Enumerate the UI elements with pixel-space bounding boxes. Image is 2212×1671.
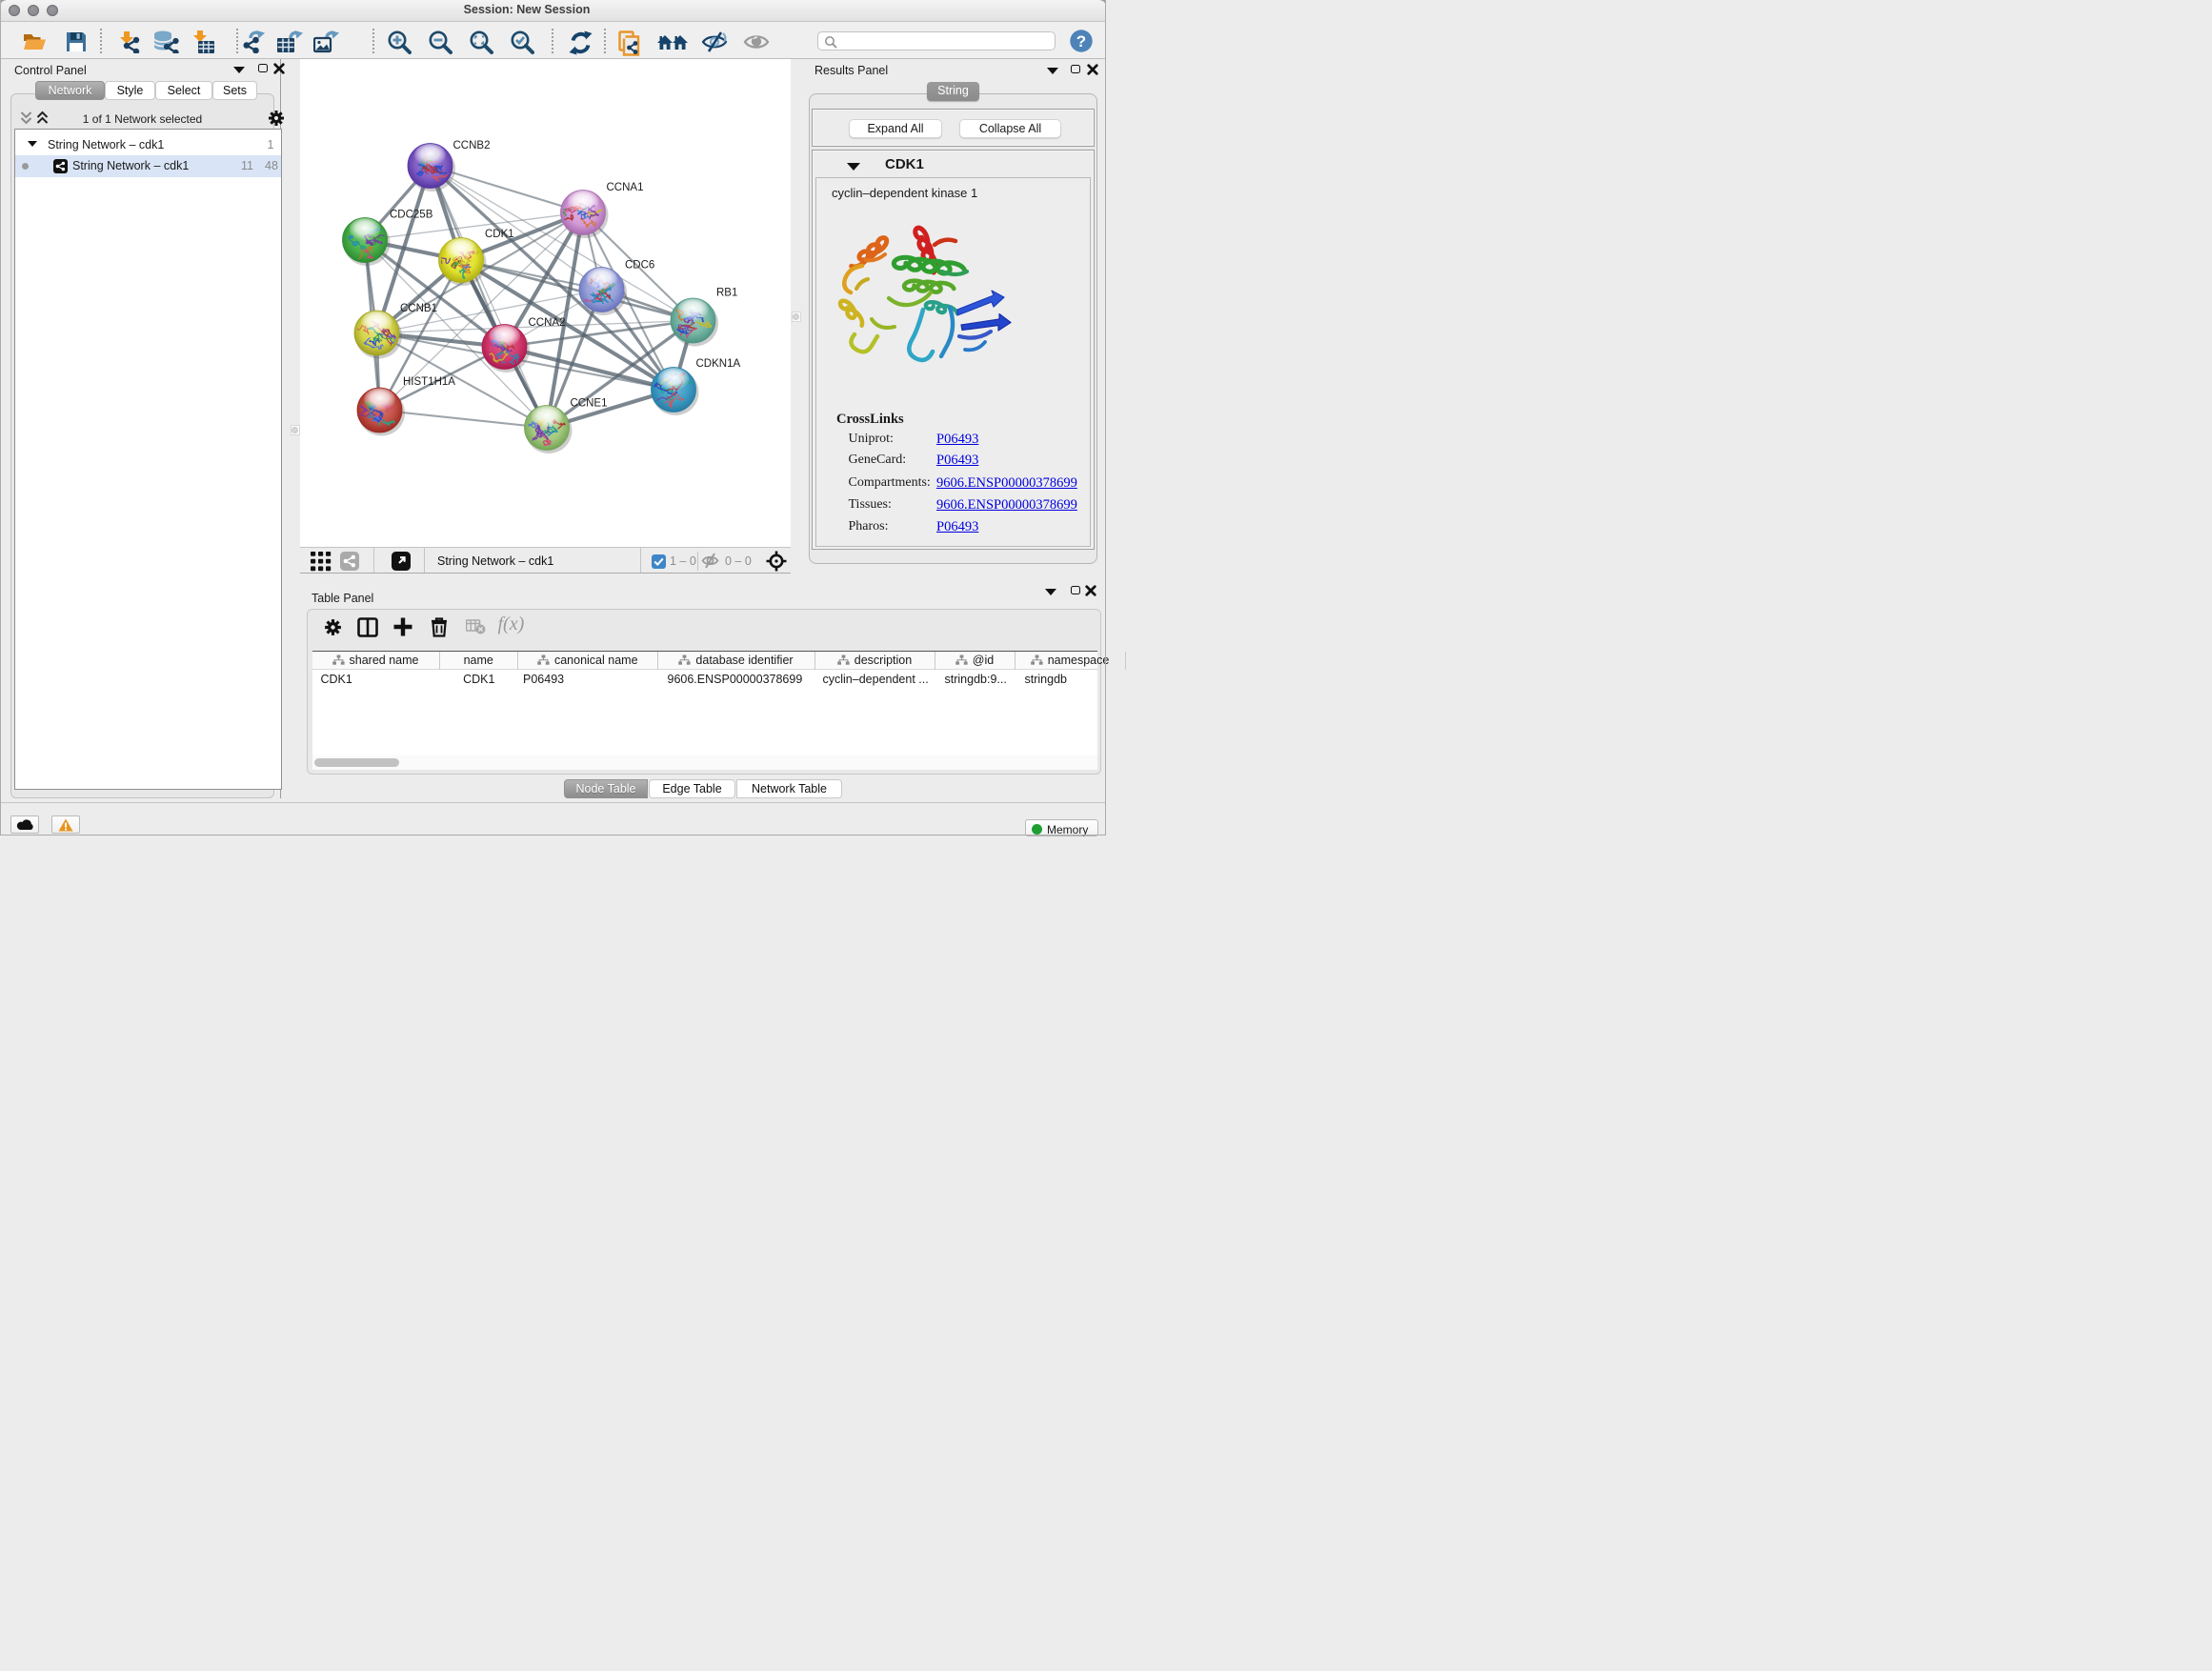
svg-text:?: ? [1076,32,1086,50]
svg-text:CCNB2: CCNB2 [453,140,491,151]
svg-text:CCNA2: CCNA2 [529,317,566,329]
svg-text:CDKN1A: CDKN1A [696,358,741,370]
svg-text:HIST1H1A: HIST1H1A [403,376,455,388]
svg-text:CCNA1: CCNA1 [607,182,644,193]
svg-text:CCNE1: CCNE1 [571,398,608,410]
svg-text:RB1: RB1 [716,288,737,299]
svg-text:CCNB1: CCNB1 [400,303,437,314]
svg-text:CDC25B: CDC25B [390,210,433,221]
svg-text:CDK1: CDK1 [485,229,514,240]
svg-text:CDC6: CDC6 [625,260,654,272]
